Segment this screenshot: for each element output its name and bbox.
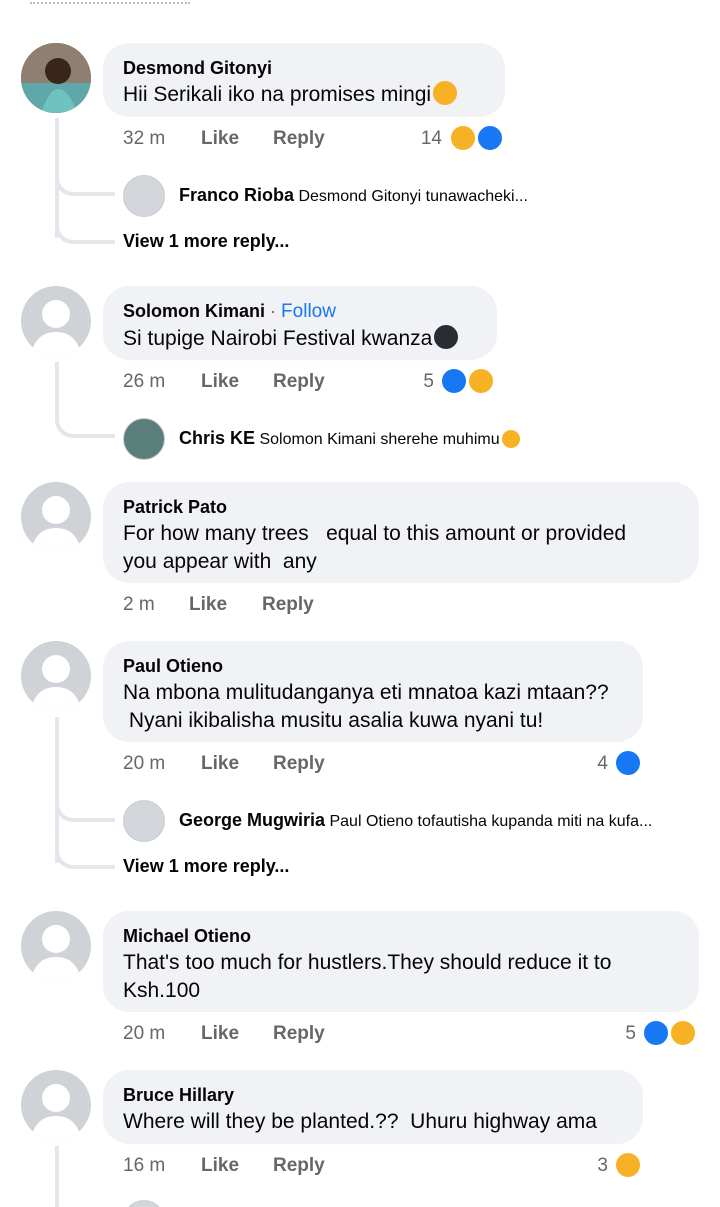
comment-bubble: Desmond Gitonyi Hii Serikali iko na prom… [103, 43, 505, 117]
commenter-name[interactable]: Michael Otieno [123, 923, 679, 949]
comment-actions: 32 m Like Reply [123, 128, 423, 154]
reaction-count[interactable]: 3 [580, 1155, 608, 1177]
reply-snippet: Desmond Gitonyi tunawacheki... [298, 188, 528, 205]
avatar[interactable] [21, 1070, 91, 1140]
avatar[interactable] [21, 911, 91, 981]
comment-actions: 20 m Like Reply [123, 753, 423, 779]
haha-reaction-icon [669, 1019, 697, 1047]
comment-actions: 26 m Like Reply [123, 371, 423, 397]
thread-branch [55, 412, 115, 438]
haha-reaction-icon [467, 367, 495, 395]
reply-author[interactable]: Franco Rioba [179, 185, 294, 205]
like-reaction-icon [642, 1019, 670, 1047]
like-reaction-icon [440, 367, 468, 395]
like-button[interactable]: Like [189, 594, 227, 616]
reply-avatar[interactable] [123, 800, 165, 842]
like-button[interactable]: Like [201, 1023, 239, 1045]
thread-branch [55, 170, 115, 196]
timestamp: 2 m [123, 594, 155, 615]
reaction-count[interactable]: 4 [580, 753, 608, 775]
like-button[interactable]: Like [201, 371, 239, 393]
comment-text: Where will they be planted.?? Uhuru high… [123, 1110, 597, 1133]
commenter-name[interactable]: Desmond Gitonyi [123, 55, 485, 81]
reply-avatar[interactable] [123, 1200, 165, 1207]
comment-actions: 2 m Like Reply [123, 594, 423, 620]
reply-snippet: Solomon Kimani sherehe muhimu [259, 430, 520, 448]
like-button[interactable]: Like [201, 128, 239, 150]
comment-text: That's too much for hustlers.They should… [123, 951, 612, 1002]
comment-bubble: Solomon Kimani · Follow Si tupige Nairob… [103, 286, 497, 360]
commenter-name[interactable]: Patrick Pato [123, 494, 679, 520]
reply-button[interactable]: Reply [273, 1023, 325, 1045]
moon-emoji-icon [434, 325, 459, 349]
comment-actions: 16 m Like Reply [123, 1155, 423, 1181]
reaction-count[interactable]: 14 [400, 128, 442, 150]
commenter-name[interactable]: Paul Otieno [123, 653, 623, 679]
commenter-name[interactable]: Solomon Kimani · Follow [123, 298, 477, 325]
view-more-replies-link[interactable]: View 1 more reply... [123, 856, 289, 877]
like-reaction-icon [614, 749, 642, 777]
haha-reaction-icon [449, 124, 477, 152]
timestamp: 26 m [123, 371, 166, 392]
avatar[interactable] [21, 286, 91, 356]
like-button[interactable]: Like [201, 1155, 239, 1177]
view-more-replies-link[interactable]: View 1 more reply... [123, 231, 289, 252]
reply-avatar[interactable] [123, 175, 165, 217]
comment-text: For how many trees equal to this amount … [123, 522, 627, 573]
comment-text: Na mbona mulitudanganya eti mnatoa kazi … [123, 681, 609, 732]
thread-line [55, 717, 59, 863]
reply-button[interactable]: Reply [273, 371, 325, 393]
timestamp: 20 m [123, 753, 166, 774]
comment-text: Hii Serikali iko na promises mingi [123, 81, 485, 109]
comment-bubble: Bruce Hillary Where will they be planted… [103, 1070, 643, 1144]
avatar[interactable] [21, 641, 91, 711]
commenter-name[interactable]: Bruce Hillary [123, 1082, 623, 1108]
avatar[interactable] [21, 43, 91, 113]
like-button[interactable]: Like [201, 753, 239, 775]
thread-branch [55, 796, 115, 822]
timestamp: 16 m [123, 1155, 166, 1176]
reply-snippet: Paul Otieno tofautisha kupanda miti na k… [329, 813, 653, 830]
timestamp: 20 m [123, 1023, 166, 1044]
haha-emoji-icon [433, 81, 458, 105]
reply-preview[interactable]: Chris KE Solomon Kimani sherehe muhimu [179, 428, 699, 449]
smile-emoji-icon [501, 430, 520, 448]
comment-bubble: Patrick Pato For how many trees equal to… [103, 482, 699, 583]
reaction-count[interactable]: 5 [608, 1023, 636, 1045]
thread-line [55, 362, 59, 412]
comment-bubble: Paul Otieno Na mbona mulitudanganya eti … [103, 641, 643, 742]
cropped-header-fragment [0, 0, 200, 6]
reply-preview[interactable]: George Mugwiria Paul Otieno tofautisha k… [179, 810, 699, 831]
reply-avatar[interactable] [123, 418, 165, 460]
timestamp: 32 m [123, 128, 166, 149]
reply-button[interactable]: Reply [262, 594, 314, 616]
reply-author[interactable]: George Mugwiria [179, 810, 325, 830]
thread-branch [55, 218, 115, 244]
reaction-count[interactable]: 5 [400, 371, 434, 393]
like-reaction-icon [476, 124, 504, 152]
reply-button[interactable]: Reply [273, 1155, 325, 1177]
reply-button[interactable]: Reply [273, 128, 325, 150]
comment-text: Si tupige Nairobi Festival kwanza [123, 325, 477, 353]
comment-actions: 20 m Like Reply [123, 1023, 423, 1049]
haha-reaction-icon [614, 1151, 642, 1179]
follow-link[interactable]: Follow [281, 301, 336, 322]
reply-preview[interactable]: Franco Rioba Desmond Gitonyi tunawacheki… [179, 185, 699, 206]
comment-bubble: Michael Otieno That's too much for hustl… [103, 911, 699, 1012]
reply-button[interactable]: Reply [273, 753, 325, 775]
thread-branch [55, 843, 115, 869]
reply-author[interactable]: Chris KE [179, 428, 255, 448]
avatar[interactable] [21, 482, 91, 552]
thread-line [55, 1146, 59, 1207]
